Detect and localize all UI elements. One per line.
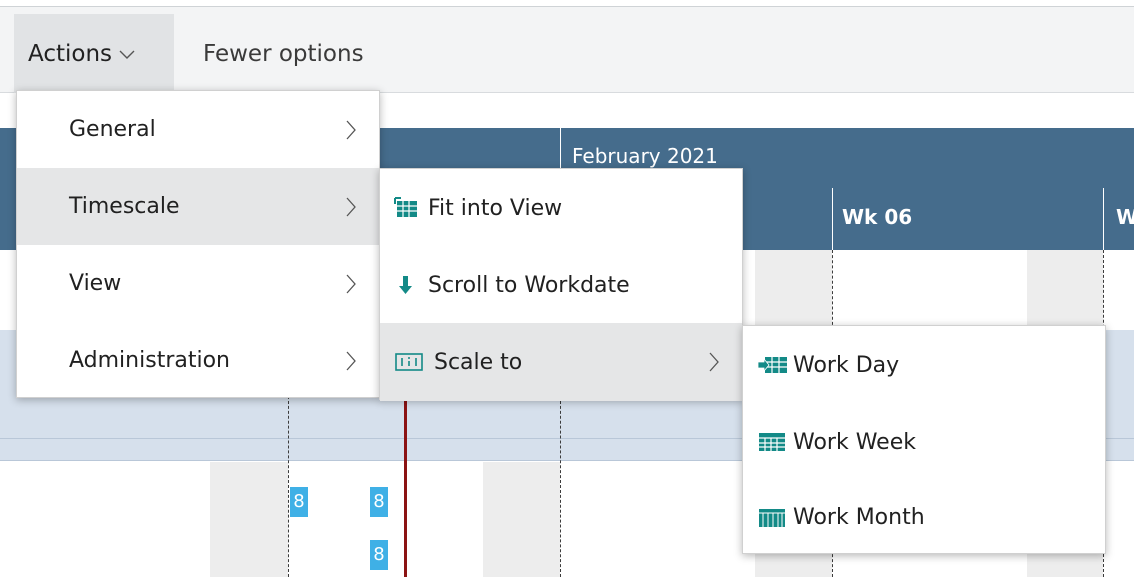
actions-menu: General Timescale View Administration bbox=[16, 90, 380, 398]
menu-item-label: Timescale bbox=[69, 194, 180, 219]
task-bar[interactable]: 8 bbox=[370, 487, 388, 517]
weekend-column bbox=[210, 462, 288, 577]
timescale-submenu: Fit into View Scroll to Workdate Scale t… bbox=[379, 168, 743, 401]
chevron-right-icon bbox=[708, 351, 720, 373]
menu-item-label: Administration bbox=[69, 348, 230, 373]
actions-button-label: Actions bbox=[28, 40, 113, 67]
header-separator bbox=[1103, 188, 1104, 250]
menu-item-fit-into-view[interactable]: Fit into View bbox=[380, 169, 742, 247]
menu-item-scroll-to-workdate[interactable]: Scroll to Workdate bbox=[380, 247, 742, 323]
menu-item-label: Work Week bbox=[793, 429, 916, 455]
chevron-right-icon bbox=[345, 273, 357, 295]
task-bar[interactable]: 8 bbox=[290, 487, 308, 517]
menu-item-work-week[interactable]: Work Week bbox=[743, 404, 1105, 480]
week-gridline bbox=[288, 396, 289, 577]
weekend-column bbox=[755, 250, 832, 330]
menu-item-general[interactable]: General bbox=[17, 91, 379, 168]
fewer-options-button[interactable]: Fewer options bbox=[203, 14, 364, 93]
menu-item-label: View bbox=[69, 271, 122, 296]
fit-into-view-icon bbox=[394, 197, 418, 219]
menu-item-timescale[interactable]: Timescale bbox=[17, 168, 379, 245]
menu-item-administration[interactable]: Administration bbox=[17, 322, 379, 399]
menu-item-label: Scroll to Workdate bbox=[428, 272, 630, 298]
weekend-column bbox=[1027, 250, 1103, 330]
menu-item-work-day[interactable]: Work Day bbox=[743, 326, 1105, 404]
menu-item-view[interactable]: View bbox=[17, 245, 379, 322]
workdate-line bbox=[404, 396, 407, 577]
work-month-icon bbox=[757, 507, 787, 529]
week-label: Wk 06 bbox=[842, 205, 913, 229]
menu-item-label: Scale to bbox=[434, 349, 523, 375]
menu-item-label: Work Day bbox=[793, 352, 900, 378]
work-day-icon bbox=[757, 354, 789, 376]
chevron-down-icon bbox=[118, 48, 136, 60]
week-gridline bbox=[560, 396, 561, 577]
menu-item-scale-to[interactable]: Scale to bbox=[380, 323, 742, 401]
month-label: February 2021 bbox=[572, 144, 718, 168]
menu-item-work-month[interactable]: Work Month bbox=[743, 480, 1105, 555]
next-week-label: W bbox=[1116, 205, 1134, 229]
chevron-right-icon bbox=[345, 350, 357, 372]
scale-to-submenu: Work Day Work Week Work Month bbox=[742, 325, 1106, 554]
task-bar[interactable]: 8 bbox=[370, 540, 388, 570]
work-week-icon bbox=[757, 431, 787, 453]
header-separator bbox=[832, 188, 833, 250]
chevron-right-icon bbox=[345, 196, 357, 218]
scroll-down-arrow-icon bbox=[394, 274, 418, 296]
menu-item-label: General bbox=[69, 117, 156, 142]
weekend-column bbox=[483, 462, 560, 577]
actions-button[interactable]: Actions bbox=[14, 14, 174, 93]
menu-item-label: Fit into View bbox=[428, 195, 563, 221]
chevron-right-icon bbox=[345, 119, 357, 141]
scale-to-icon bbox=[394, 351, 424, 373]
week-gridline bbox=[832, 250, 833, 330]
menu-item-label: Work Month bbox=[793, 505, 925, 530]
